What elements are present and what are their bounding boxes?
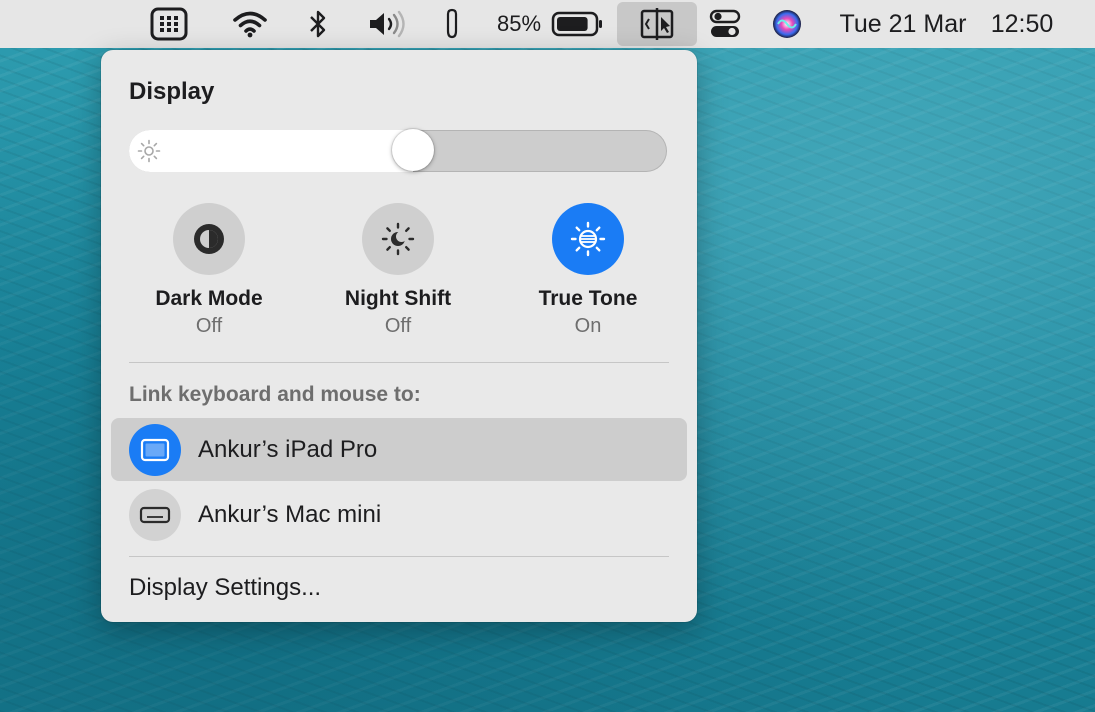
ipad-icon bbox=[129, 423, 181, 476]
dark-mode-state: Off bbox=[195, 315, 223, 337]
volume-icon[interactable] bbox=[366, 0, 410, 48]
battery-percent: 85% bbox=[492, 0, 546, 48]
dark-mode-label: Dark Mode bbox=[155, 287, 263, 310]
true-tone-label: True Tone bbox=[538, 287, 638, 310]
night-shift-label: Night Shift bbox=[344, 287, 452, 310]
night-shift-state: Off bbox=[384, 315, 412, 337]
true-tone-state: On bbox=[574, 315, 602, 337]
divider bbox=[129, 556, 669, 557]
device-label-ipad: Ankur’s iPad Pro bbox=[198, 435, 378, 463]
dark-mode-toggle[interactable]: Dark Mode Off bbox=[139, 203, 279, 338]
battery-percent-text: 85% bbox=[496, 11, 542, 36]
menu-bar: 85% Tue 21 Mar 12:50 bbox=[0, 0, 1095, 48]
night-shift-icon[interactable] bbox=[362, 203, 434, 275]
siri-icon[interactable] bbox=[770, 0, 804, 48]
panel-title: Display bbox=[129, 78, 215, 105]
brightness-slider-fill bbox=[129, 130, 413, 172]
menubar-time[interactable]: 12:50 bbox=[982, 0, 1062, 48]
divider bbox=[129, 362, 669, 363]
true-tone-toggle[interactable]: True Tone On bbox=[518, 203, 658, 338]
mac-mini-icon bbox=[129, 488, 181, 541]
dark-mode-icon[interactable] bbox=[173, 203, 245, 275]
keyboard-brightness-icon[interactable] bbox=[148, 0, 190, 48]
device-row-ipad[interactable]: Ankur’s iPad Pro bbox=[111, 418, 687, 481]
control-center-icon[interactable] bbox=[706, 0, 744, 48]
brightness-sun-icon bbox=[137, 139, 161, 168]
display-panel: Display Dark Mode Off Night Shift Off Tr… bbox=[101, 50, 697, 622]
date-text: Tue 21 Mar bbox=[839, 9, 967, 38]
brightness-slider-knob[interactable] bbox=[391, 129, 434, 171]
paperclip-icon[interactable] bbox=[440, 0, 464, 48]
wifi-icon[interactable] bbox=[228, 0, 272, 48]
display-icon[interactable] bbox=[617, 2, 697, 46]
display-settings-link[interactable]: Display Settings... bbox=[129, 574, 321, 602]
link-heading: Link keyboard and mouse to: bbox=[129, 383, 421, 406]
true-tone-icon[interactable] bbox=[552, 203, 624, 275]
time-text: 12:50 bbox=[990, 9, 1054, 38]
bluetooth-icon[interactable] bbox=[304, 0, 332, 48]
device-label-mac-mini: Ankur’s Mac mini bbox=[198, 500, 382, 528]
menubar-date[interactable]: Tue 21 Mar bbox=[830, 0, 976, 48]
night-shift-toggle[interactable]: Night Shift Off bbox=[328, 203, 468, 338]
device-row-mac-mini[interactable]: Ankur’s Mac mini bbox=[111, 483, 687, 546]
battery-icon[interactable] bbox=[550, 0, 606, 48]
